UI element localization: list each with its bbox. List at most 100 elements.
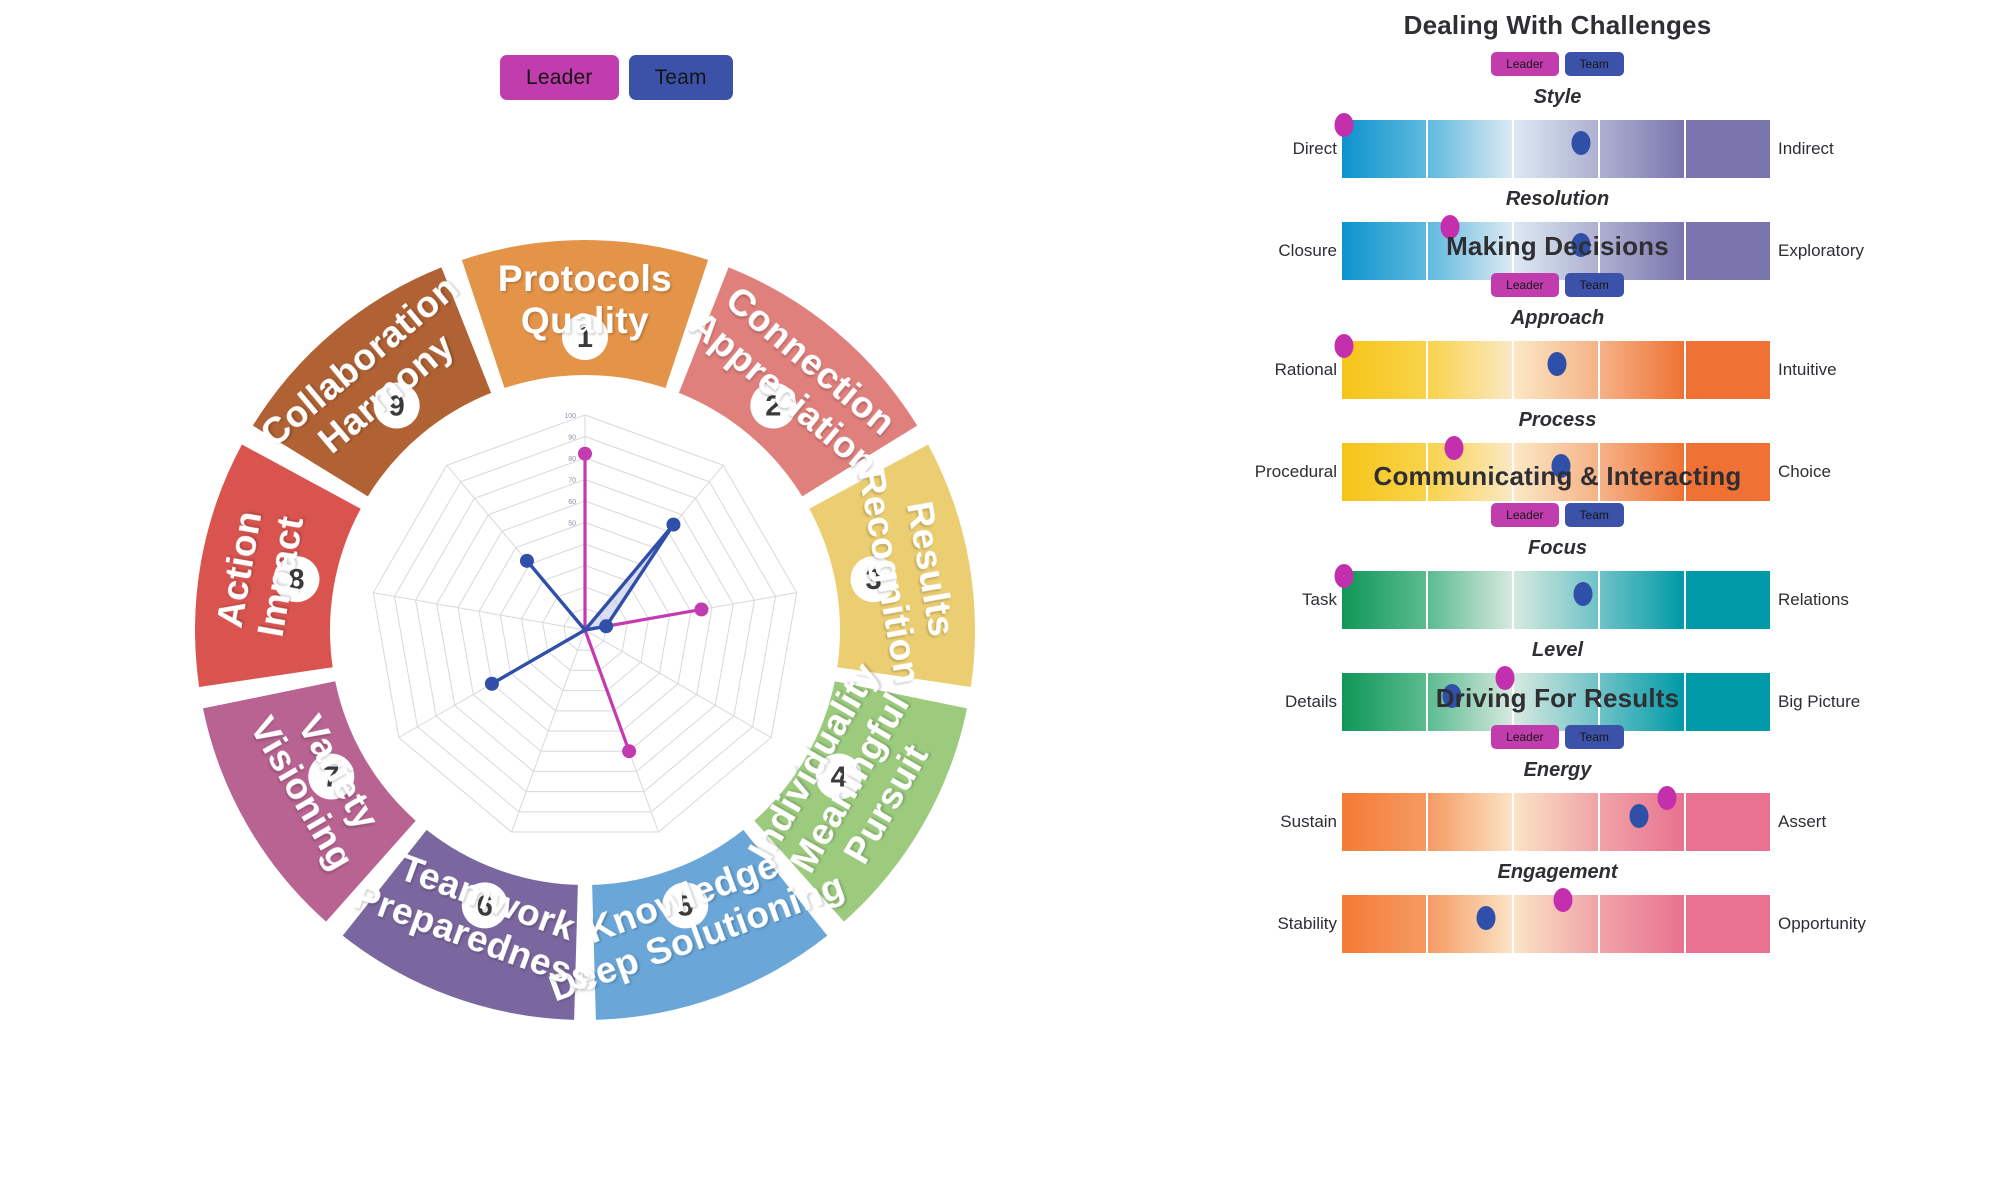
- slider-caption: Resolution: [1505, 188, 1610, 210]
- radar-point-leader-2[interactable]: [694, 602, 709, 617]
- section-title: Making Decisions: [1446, 231, 1669, 261]
- radar-point-leader-0[interactable]: [578, 446, 592, 461]
- slider-cell-1: [1342, 571, 1428, 629]
- slider-caption: Style: [1533, 86, 1582, 108]
- radar-point-team-1[interactable]: [666, 517, 681, 532]
- slider-row: Rational Intuitive: [1115, 334, 2000, 399]
- radar-tick-90: 90: [568, 435, 576, 442]
- slider-cell-2: [1428, 793, 1514, 851]
- section-legend: Leader Team: [1115, 52, 2000, 76]
- slider-right-label: Opportunity: [1778, 914, 1866, 933]
- slider-caption: Level: [1531, 639, 1584, 661]
- radar-series-leader: [582, 453, 702, 752]
- slider-right-label: Relations: [1778, 590, 1849, 609]
- slider-bar[interactable]: [1334, 564, 1772, 629]
- slider-cell-2: [1428, 120, 1514, 178]
- segment-label-1: Protocols Quality: [498, 258, 672, 341]
- radar-tick-100: 100: [564, 413, 576, 420]
- section-title: Communicating & Interacting: [1373, 461, 1742, 491]
- slider-left-label: Stability: [1277, 914, 1337, 933]
- wheel-svg: 123456789 Protocols Quality ConnectionAppr…: [195, 240, 975, 1020]
- section-legend: Leader Team: [1115, 503, 2000, 527]
- slider-cell-1: [1342, 341, 1428, 399]
- section-legend-chip-leader[interactable]: Leader: [1491, 503, 1559, 527]
- slider-right-label: Indirect: [1778, 139, 1834, 158]
- slider-block-focus: Focus Task Relations: [1115, 537, 2000, 629]
- section-legend-chip-leader[interactable]: Leader: [1491, 273, 1559, 297]
- radar-point-leader-4[interactable]: [622, 744, 637, 759]
- section-legend-chip-team[interactable]: Team: [1564, 52, 1624, 76]
- slider-cell-5: [1686, 120, 1772, 178]
- radar-point-team-2[interactable]: [599, 619, 614, 634]
- slider-caption: Focus: [1528, 537, 1587, 559]
- slider-caption: Energy: [1523, 759, 1592, 781]
- marker-leader[interactable]: [1334, 564, 1354, 589]
- marker-leader[interactable]: [1657, 786, 1677, 811]
- slider-row: Sustain Assert: [1115, 786, 2000, 851]
- slider-bar[interactable]: [1334, 334, 1772, 399]
- section-legend-chip-leader[interactable]: Leader: [1491, 52, 1559, 76]
- wheel-legend: Leader Team: [500, 55, 733, 100]
- section-legend: Leader Team: [1115, 273, 2000, 297]
- marker-leader[interactable]: [1444, 436, 1464, 461]
- section-legend-chip-team[interactable]: Team: [1564, 725, 1624, 749]
- slider-cell-1: [1342, 895, 1428, 953]
- radar-point-team-6[interactable]: [484, 676, 499, 691]
- slider-left-label: Sustain: [1280, 812, 1337, 831]
- legend-chip-team[interactable]: Team: [628, 55, 733, 100]
- slider-cell-4: [1600, 895, 1686, 953]
- slider-block-style: Style Direct Indirect: [1115, 86, 2000, 178]
- slider-cell-3: [1514, 793, 1600, 851]
- slider-cell-2: [1428, 341, 1514, 399]
- section-title: Driving For Results: [1435, 683, 1680, 713]
- competency-wheel: 123456789 Protocols Quality ConnectionAppr…: [95, 140, 1075, 1120]
- marker-team[interactable]: [1573, 582, 1593, 607]
- slider-bar[interactable]: [1342, 888, 1772, 953]
- slider-cell-4: [1600, 571, 1686, 629]
- slider-cell-4: [1600, 341, 1686, 399]
- slider-cell-5: [1686, 341, 1772, 399]
- radar-series-team: [491, 523, 675, 686]
- marker-team[interactable]: [1547, 352, 1567, 377]
- slider-cell-2: [1428, 895, 1514, 953]
- section-legend-chip-team[interactable]: Team: [1564, 273, 1624, 297]
- radar-tick-50: 50: [568, 521, 576, 528]
- radar-tick-labels: 50 60 70 80 90 100: [564, 413, 576, 528]
- radar-tick-70: 70: [568, 478, 576, 485]
- slider-left-label: Rational: [1274, 360, 1337, 379]
- wheel-panel: Leader Team 123456789 Protocols Quality Co…: [0, 0, 1115, 1180]
- marker-team[interactable]: [1476, 906, 1496, 931]
- radar-tick-80: 80: [568, 456, 576, 463]
- marker-leader[interactable]: [1553, 888, 1573, 913]
- marker-team[interactable]: [1571, 131, 1591, 156]
- section-legend: Leader Team: [1115, 725, 2000, 749]
- legend-chip-leader[interactable]: Leader: [500, 55, 619, 100]
- slider-caption: Process: [1518, 409, 1597, 431]
- slider-cell-4: [1600, 120, 1686, 178]
- slider-cell-1: [1342, 793, 1428, 851]
- slider-left-label: Task: [1302, 590, 1337, 609]
- slider-right-label: Intuitive: [1778, 360, 1837, 379]
- radar-series: [484, 446, 709, 759]
- slider-block-approach: Approach Rational Intuitive: [1115, 307, 2000, 399]
- marker-leader[interactable]: [1334, 334, 1354, 359]
- dimension-section-4: Driving For Results Leader Team Energy Susta…: [1115, 683, 2000, 953]
- dimensions-panel: Dealing With Challenges Leader Team Style Di…: [1115, 0, 2000, 1180]
- marker-team[interactable]: [1629, 804, 1649, 829]
- section-legend-chip-team[interactable]: Team: [1564, 503, 1624, 527]
- slider-right-label: Assert: [1778, 812, 1827, 831]
- radar-point-team-8[interactable]: [519, 553, 534, 568]
- section-title: Dealing With Challenges: [1403, 10, 1712, 40]
- slider-caption: Approach: [1510, 307, 1605, 329]
- slider-cell-5: [1686, 895, 1772, 953]
- slider-bar[interactable]: [1334, 113, 1772, 178]
- slider-bar[interactable]: [1342, 786, 1772, 851]
- slider-left-label: Direct: [1292, 139, 1337, 158]
- section-legend-chip-leader[interactable]: Leader: [1491, 725, 1559, 749]
- marker-leader[interactable]: [1334, 113, 1354, 138]
- slider-cell-2: [1428, 571, 1514, 629]
- slider-cell-5: [1686, 571, 1772, 629]
- slider-row: Direct Indirect: [1115, 113, 2000, 178]
- slider-cell-1: [1342, 120, 1428, 178]
- slider-cell-5: [1686, 793, 1772, 851]
